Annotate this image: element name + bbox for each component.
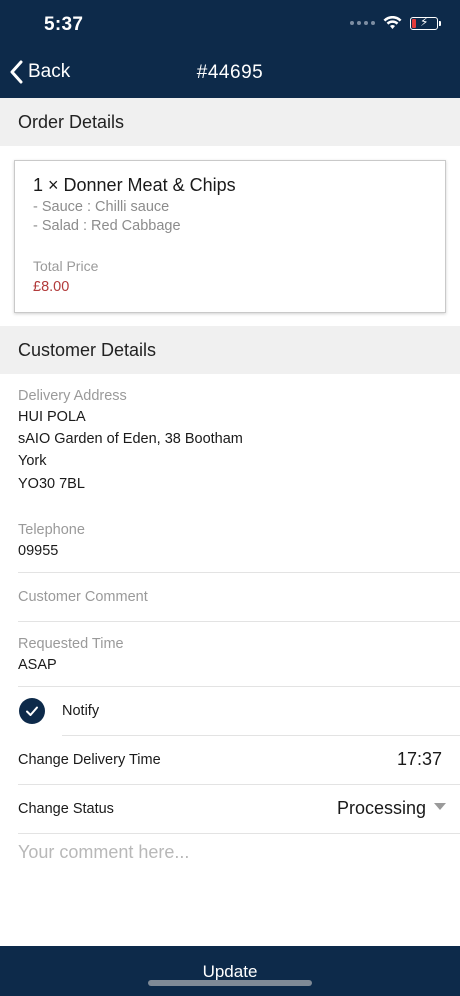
item-option-sauce: - Sauce : Chilli sauce — [33, 199, 170, 215]
requested-time-value: ASAP — [18, 657, 57, 673]
divider — [18, 833, 460, 834]
battery-charging-icon: ⚡ — [410, 15, 441, 30]
delivery-time-picker[interactable]: 17:37 — [397, 749, 442, 770]
order-details-header: Order Details — [0, 98, 460, 146]
item-name: 1 × Donner Meat & Chips — [33, 175, 236, 195]
checkmark-icon — [26, 706, 38, 716]
total-price-value: £8.00 — [33, 279, 70, 295]
comment-input[interactable] — [18, 842, 442, 932]
top-bar: 5:37 ⚡ Back #44695 — [0, 0, 460, 98]
address-line-city: York — [18, 453, 47, 469]
status-time: 5:37 — [44, 14, 84, 35]
wifi-icon — [383, 16, 402, 29]
item-option-salad: - Salad : Red Cabbage — [33, 218, 181, 234]
address-line-postcode: YO30 7BL — [18, 476, 85, 492]
requested-time-label: Requested Time — [18, 636, 124, 652]
delivery-address-label: Delivery Address — [18, 388, 127, 404]
caret-down-icon — [434, 803, 446, 810]
customer-details-header: Customer Details — [0, 326, 460, 374]
order-item-card: 1 × Donner Meat & Chips - Sauce : Chilli… — [14, 160, 446, 313]
status-value: Processing — [336, 798, 426, 818]
notify-checkbox[interactable] — [19, 698, 45, 724]
divider — [18, 572, 460, 573]
total-price-label: Total Price — [33, 258, 99, 274]
address-line-street: sAIO Garden of Eden, 38 Bootham — [18, 431, 243, 447]
divider — [18, 784, 460, 785]
change-delivery-time-label: Change Delivery Time — [18, 752, 161, 768]
customer-comment-label: Customer Comment — [18, 589, 148, 605]
status-dropdown[interactable]: Processing — [337, 798, 446, 819]
status-icons: ⚡ — [350, 15, 441, 30]
update-label: Update — [202, 962, 258, 981]
divider — [62, 735, 460, 736]
divider — [18, 686, 460, 687]
cellular-dots-icon — [350, 21, 375, 25]
divider — [18, 621, 460, 622]
home-indicator — [148, 980, 312, 986]
order-number-title: #44695 — [196, 62, 264, 83]
change-status-label: Change Status — [18, 801, 114, 817]
address-line-name: HUI POLA — [18, 409, 86, 425]
update-button[interactable]: Update — [0, 946, 460, 996]
telephone-value[interactable]: 09955 — [18, 543, 58, 559]
notify-label: Notify — [62, 703, 100, 719]
telephone-label: Telephone — [18, 522, 85, 538]
